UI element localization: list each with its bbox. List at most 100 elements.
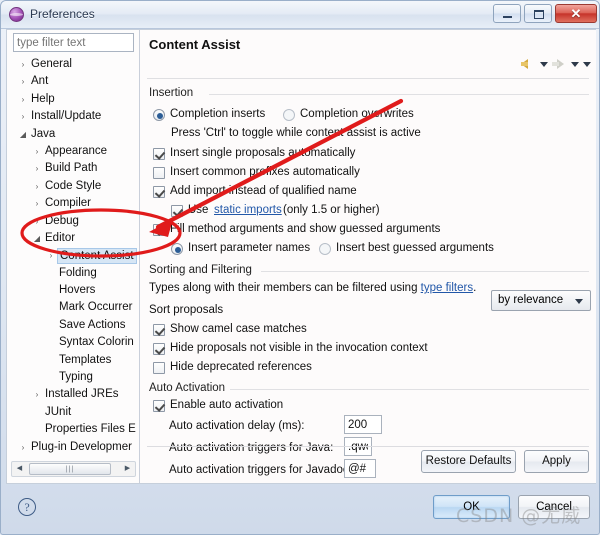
chevron-right-icon[interactable]: › [45,247,57,264]
radio-completion-inserts[interactable] [153,109,165,121]
scroll-left-icon[interactable]: ◀ [12,462,27,476]
chevron-right-icon[interactable]: › [31,213,43,230]
tree-item-plug-in-developmer[interactable]: › Plug-in Developmer [7,439,140,456]
checkbox-add-import[interactable] [153,186,165,198]
close-icon: ✕ [570,6,582,21]
tree-item-content-assist[interactable]: › Content Assist [7,247,140,265]
hint-ctrl-toggle: Press 'Ctrl' to toggle while content ass… [171,127,421,139]
checkbox-hide-not-visible[interactable] [153,343,165,355]
tree-item-mark-occurrer[interactable]: Mark Occurrer [7,299,140,316]
close-button[interactable]: ✕ [555,4,597,23]
tree-item-label: Compiler [45,197,92,210]
chevron-right-icon[interactable]: › [31,178,43,195]
tree-item-junit[interactable]: JUnit [7,404,140,421]
chevron-right-icon[interactable]: › [17,73,29,90]
tree-item-ant[interactable]: › Ant [7,73,140,90]
chevron-down-icon [575,299,583,304]
tree-item-help[interactable]: › Help [7,91,140,108]
tree-horizontal-scrollbar[interactable]: ◀ ||| ▶ [11,461,136,477]
tree-item-hovers[interactable]: Hovers [7,282,140,299]
label-completion-overwrites: Completion overwrites [300,108,414,120]
auto-activation-delay-input[interactable] [344,415,382,434]
tree-item-label: Save Actions [59,318,126,331]
tree-item-label: Debug [45,214,79,227]
tree-item-build-path[interactable]: › Build Path [7,160,140,177]
preference-tree-panel: ›General›Ant›Help›Install/Update◢Java›Ap… [7,30,140,483]
chevron-right-icon[interactable]: › [31,386,43,403]
tree-item-templates[interactable]: Templates [7,352,140,369]
tree-item-folding[interactable]: Folding [7,265,140,282]
tree-item-compiler[interactable]: › Compiler [7,195,140,212]
tree-item-typing[interactable]: Typing [7,369,140,386]
checkbox-insert-single-proposals[interactable] [153,148,165,160]
sorting-description-suffix: . [473,282,477,294]
label-add-import: Add import instead of qualified name [170,185,357,197]
preferences-window: Preferences ✕ ›General›Ant›Help›Install/… [0,0,600,535]
sort-proposals-select[interactable]: by relevance [491,290,591,311]
chevron-right-icon[interactable]: › [31,160,43,177]
label-insert-single-proposals: Insert single proposals automatically [170,147,356,159]
checkbox-use-static-imports[interactable] [171,205,183,217]
group-rule-auto-activation [227,389,589,390]
checkbox-enable-auto-activation[interactable] [153,400,165,412]
tree-item-general[interactable]: › General [7,56,140,73]
dialog-footer: ? OK Cancel [1,485,599,534]
label-hide-deprecated: Hide deprecated references [170,361,312,373]
filter-input[interactable] [13,33,134,52]
chevron-down-icon[interactable]: ◢ [17,126,29,143]
label-enable-auto-activation: Enable auto activation [170,399,284,411]
tree-item-label: Content Assist [57,248,137,265]
checkbox-fill-method-arguments[interactable] [153,224,165,236]
tree-item-save-actions[interactable]: Save Actions [7,317,140,334]
chevron-right-icon[interactable]: › [31,143,43,160]
minimize-button[interactable] [493,4,521,23]
type-filters-link[interactable]: type filters [421,282,473,294]
tree-item-debug[interactable]: › Debug [7,213,140,230]
radio-insert-best-guessed[interactable] [319,243,331,255]
ok-button[interactable]: OK [433,495,510,519]
tree-item-properties-files-e[interactable]: Properties Files E [7,421,140,438]
scrollbar-thumb[interactable]: ||| [29,463,111,475]
group-title-insertion: Insertion [149,87,199,99]
tree-item-installed-jres[interactable]: › Installed JREs [7,386,140,403]
maximize-button[interactable] [524,4,552,23]
tree-item-label: Properties Files E [45,423,136,436]
chevron-right-icon[interactable]: › [17,108,29,125]
tree-item-label: Installed JREs [45,388,119,401]
scroll-right-icon[interactable]: ▶ [120,462,135,476]
cancel-button[interactable]: Cancel [518,495,590,519]
checkbox-hide-deprecated[interactable] [153,362,165,374]
apply-button[interactable]: Apply [524,450,589,473]
chevron-down-icon[interactable]: ◢ [31,230,43,247]
row-sorting-description: Types along with their members can be fi… [149,282,476,294]
settings-content: Insertion Completion inserts Completion … [141,30,596,483]
tree-item-appearance[interactable]: › Appearance [7,143,140,160]
tree-item-code-style[interactable]: › Code Style [7,178,140,195]
label-insert-common-prefixes: Insert common prefixes automatically [170,166,360,178]
chevron-right-icon[interactable]: › [31,195,43,212]
chevron-right-icon[interactable]: › [17,439,29,456]
tree-item-install-update[interactable]: › Install/Update [7,108,140,125]
tree-item-label: Ant [31,75,49,88]
tree-item-label: Templates [59,353,112,366]
javadoc-triggers-input[interactable] [344,459,376,478]
label-fill-method-arguments: Fill method arguments and show guessed a… [170,223,441,235]
preference-tree[interactable]: › General › Ant › Help › Install/Update ◢ Java › Ap… [7,56,140,456]
tree-item-label: JUnit [45,405,72,418]
chevron-right-icon[interactable]: › [17,91,29,108]
radio-insert-parameter-names[interactable] [171,243,183,255]
radio-completion-overwrites[interactable] [283,109,295,121]
tree-item-editor[interactable]: ◢ Editor [7,230,140,247]
restore-defaults-button[interactable]: Restore Defaults [421,450,516,473]
label-auto-activation-delay: Auto activation delay (ms): [169,420,305,432]
maximize-icon [534,10,544,19]
checkbox-show-camel-case[interactable] [153,324,165,336]
tree-item-java[interactable]: ◢ Java [7,126,140,143]
tree-item-syntax-colorin[interactable]: Syntax Colorin [7,334,140,351]
tree-item-label: Code Style [45,179,102,192]
chevron-right-icon[interactable]: › [17,56,29,73]
static-imports-link[interactable]: static imports [214,204,282,216]
checkbox-insert-common-prefixes[interactable] [153,167,165,179]
label-show-camel-case: Show camel case matches [170,323,307,335]
help-icon[interactable]: ? [18,498,36,516]
